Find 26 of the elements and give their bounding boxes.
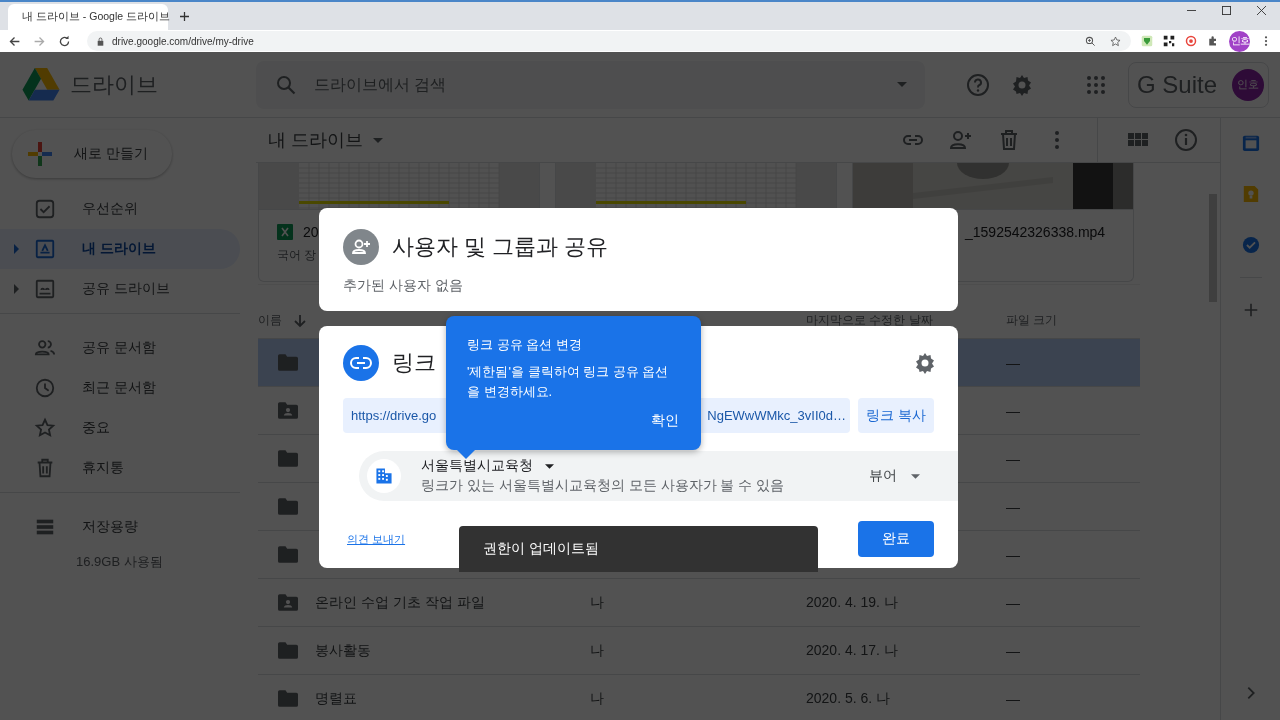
file-size-cell: —: [1006, 402, 1020, 419]
tooltip-text: '제한됨'을 클릭하여 링크 공유 옵션을 변경하세요.: [467, 363, 670, 401]
modified-date-cell: 2020. 4. 19. 나: [806, 593, 898, 610]
file-size-cell: —: [1006, 450, 1020, 467]
file-name: 봉사활동: [315, 641, 371, 660]
file-size-cell: —: [1006, 498, 1020, 515]
file-name: 온라인 수업 기초 작업 파일: [315, 593, 485, 612]
file-size-cell: —: [1006, 690, 1020, 707]
snackbar-message: 권한이 업데이트됨: [483, 540, 599, 558]
modified-date-cell: 2020. 5. 6. 나: [806, 689, 891, 706]
dialog-title: 사용자 및 그룹과 공유: [392, 233, 609, 261]
file-size-cell: —: [1006, 594, 1020, 611]
file-size-cell: —: [1006, 642, 1020, 659]
file-name: 20: [303, 224, 319, 240]
owner-cell: 나: [590, 641, 604, 658]
owner-cell: 나: [590, 593, 604, 610]
file-name: 명렬표: [315, 689, 357, 708]
modified-date-cell: 2020. 4. 17. 나: [806, 641, 898, 658]
owner-cell: 나: [590, 689, 604, 706]
access-description: 링크가 있는 서울특별시교육청의 모든 사용자가 볼 수 있음: [421, 477, 785, 495]
dialog-title: 링크: [392, 349, 436, 377]
file-name: _1592542326338.mp4: [965, 224, 1106, 240]
file-size-cell: —: [1006, 546, 1020, 563]
file-size-cell: —: [1006, 354, 1020, 371]
tooltip-title: 링크 공유 옵션 변경: [467, 336, 583, 354]
people-note: 추가된 사용자 없음: [343, 277, 464, 295]
